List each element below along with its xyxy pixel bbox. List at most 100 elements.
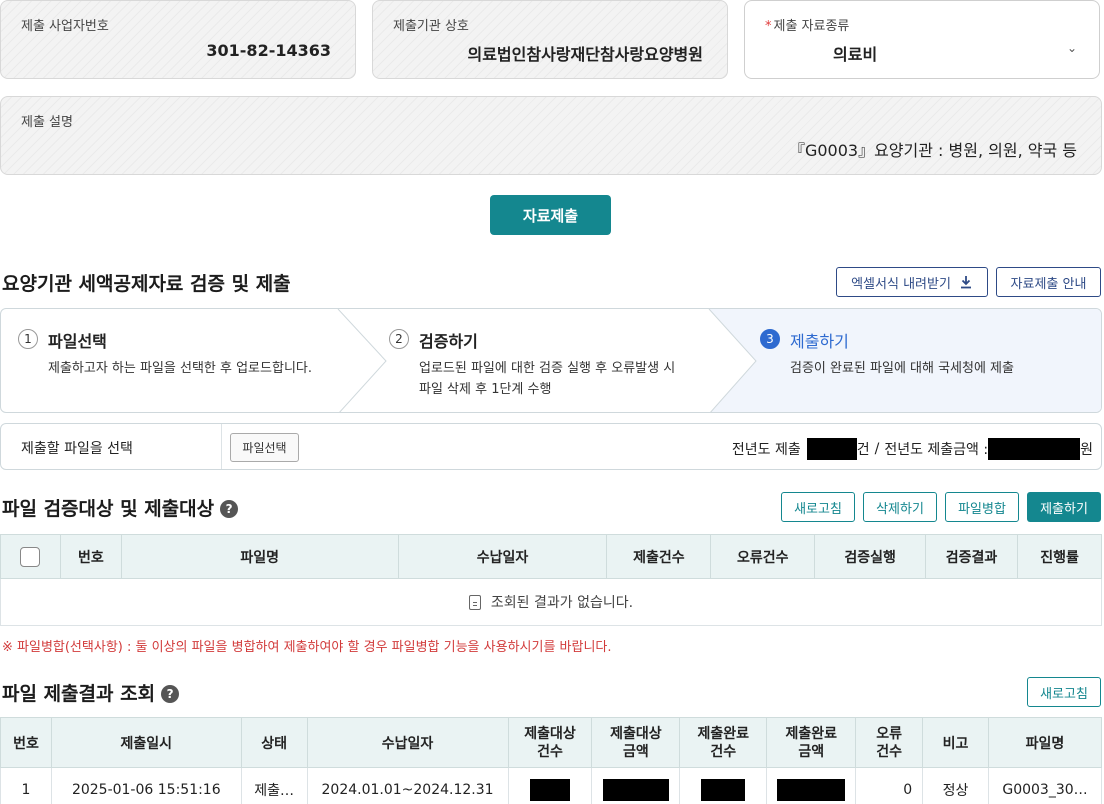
validation-section-title: 요양기관 세액공제자료 검증 및 제출 [2,273,291,295]
excel-download-label: 엑셀서식 내려받기 [851,276,951,292]
step-3: 3 제출하기 검증이 완료된 파일에 대해 국세청에 제출 [741,309,1101,412]
column-header: 번호 [0,717,52,768]
column-header: 진행률 [1017,534,1102,579]
column-header: 제출건수 [606,534,712,579]
column-header: 제출일시 [50,717,242,768]
business-no-value: 301-82-14363 [206,41,331,60]
column-header: 검증실행 [814,534,927,579]
step-1-title: 파일선택 [48,332,107,351]
cell-errors: 0 [855,767,924,804]
step-1-desc: 제출하고자 하는 파일을 선택한 후 업로드합니다. [48,358,312,379]
table-row[interactable]: 1 2025-01-06 15:51:16 제출… 2024.01.01~202… [0,767,1102,804]
redacted-value [602,778,669,801]
result-refresh-button[interactable]: 새로고침 [1027,677,1101,707]
help-icon[interactable]: ? [220,500,239,518]
column-header: 오류건수 [710,534,816,579]
prev-year-amount-label: 전년도 제출금액 : [884,442,989,458]
step-2: 2 검증하기 업로드된 파일에 대한 검증 실행 후 오류발생 시 파일 삭제 … [371,309,711,412]
cell-target-count [507,767,593,804]
amount-unit: 원 [1080,442,1093,458]
column-header: 파일명 [120,534,399,579]
cell-status: 제출… [240,767,308,804]
table-header-row: 번호 파일명 수납일자 제출건수 오류건수 검증실행 검증결과 진행률 [0,534,1102,579]
step-1-number: 1 [18,329,38,349]
file-target-title: 파일 검증대상 및 제출대상? [2,494,239,521]
column-header: 제출완료 금액 [766,717,857,768]
org-name-field: 제출기관 상호 의료법인참사랑재단참사랑요양병원 [372,0,728,79]
merge-notice: ※ 파일병합(선택사항) : 둘 이상의 파일을 병합하여 제출하여야 할 경우… [2,640,612,655]
result-section-title-text: 파일 제출결과 조회 [2,683,156,705]
help-icon[interactable]: ? [161,685,180,703]
cell-period: 2024.01.01~2024.12.31 [306,767,509,804]
redacted-value [701,778,746,801]
step-3-desc-line1: 검증이 완료된 파일에 대해 국세청에 제출 [790,361,1014,376]
prev-year-summary: 전년도 제출 건 / 전년도 제출금액 : 원 [732,438,1093,460]
file-select-button[interactable]: 파일선택 [230,433,299,462]
data-type-label: * 제출 자료종류 [765,15,849,34]
chevron-down-icon: ⌄ [1066,41,1077,55]
data-type-label-text: 제출 자료종류 [773,19,850,34]
data-type-value: 의료비 [833,45,878,64]
result-section-title: 파일 제출결과 조회? [2,679,180,706]
description-field: 제출 설명 『G0003』요양기관 : 병원, 의원, 약국 등 [0,96,1102,175]
business-no-field: 제출 사업자번호 301-82-14363 [0,0,356,79]
result-table: 번호 제출일시 상태 수납일자 제출대상 건수 제출대상 금액 제출완료 건수 제출완… [0,717,1102,804]
cell-done-amount [766,767,857,804]
step-2-title: 검증하기 [419,332,478,351]
select-all-cell [0,534,61,579]
step-3-desc: 검증이 완료된 파일에 대해 국세청에 제출 [790,358,1014,379]
description-label: 제출 설명 [21,115,73,130]
step-3-number: 3 [760,329,780,349]
redacted-value [777,778,846,801]
cell-datetime: 2025-01-06 15:51:16 [50,767,242,804]
step-1: 1 파일선택 제출하고자 하는 파일을 선택한 후 업로드합니다. [1,309,341,412]
cell-remark: 정상 [922,767,989,804]
column-header: 수납일자 [397,534,608,579]
description-value: 『G0003』요양기관 : 병원, 의원, 약국 등 [788,141,1077,160]
required-mark: * [765,19,772,34]
step-2-desc-line1: 업로드된 파일에 대한 검증 실행 후 오류발생 시 [419,361,676,376]
column-header: 검증결과 [925,534,1019,579]
excel-download-button[interactable]: 엑셀서식 내려받기 [836,267,988,297]
cell-filename[interactable]: G0003_30… [988,767,1102,804]
data-type-select[interactable]: * 제출 자료종류 의료비 ⌄ [744,0,1100,79]
file-select-label: 제출할 파일을 선택 [21,441,133,457]
cell-done-count [679,767,768,804]
step-indicator: 1 파일선택 제출하고자 하는 파일을 선택한 후 업로드합니다. 2 검증하기… [0,308,1102,413]
prev-year-count-label: 전년도 제출 [731,442,801,458]
result-header-row: 번호 제출일시 상태 수납일자 제출대상 건수 제출대상 금액 제출완료 건수 제출완… [0,717,1102,768]
guide-button[interactable]: 자료제출 안내 [996,267,1101,297]
delete-button[interactable]: 삭제하기 [863,492,937,522]
column-header: 파일명 [988,717,1102,768]
column-header: 상태 [240,717,308,768]
merge-button[interactable]: 파일병합 [945,492,1019,522]
file-target-table: 번호 파일명 수납일자 제출건수 오류건수 검증실행 검증결과 진행률 [0,534,1102,579]
column-header: 제출완료 건수 [679,717,768,768]
empty-result: 조회된 결과가 없습니다. [0,579,1102,626]
download-icon [960,276,971,289]
separator: / [874,441,880,457]
step-2-number: 2 [389,329,409,349]
step-1-desc-line1: 제출하고자 하는 파일을 선택한 후 업로드합니다. [48,361,312,376]
empty-message: 조회된 결과가 없습니다. [490,595,634,611]
column-header: 오류건수 [855,717,924,768]
file-select-row: 제출할 파일을 선택 파일선택 전년도 제출 건 / 전년도 제출금액 : 원 [0,423,1102,470]
redacted-amount [988,438,1081,460]
select-all-checkbox[interactable] [20,546,41,567]
redacted-count [806,438,857,460]
step-3-title: 제출하기 [790,332,849,351]
refresh-button[interactable]: 새로고침 [781,492,855,522]
org-name-label: 제출기관 상호 [393,19,469,34]
document-icon [468,594,481,610]
file-select-divider [221,424,222,469]
submit-data-button[interactable]: 자료제출 [490,195,611,235]
column-header: 제출대상 건수 [507,717,593,768]
redacted-value [529,778,570,801]
count-unit: 건 [856,442,870,458]
submit-button[interactable]: 제출하기 [1027,492,1101,522]
column-header: 수납일자 [306,717,509,768]
column-header: 제출대상 금액 [591,717,681,768]
business-no-label: 제출 사업자번호 [21,19,109,34]
file-target-title-text: 파일 검증대상 및 제출대상 [2,498,215,520]
column-header: 번호 [59,534,122,579]
